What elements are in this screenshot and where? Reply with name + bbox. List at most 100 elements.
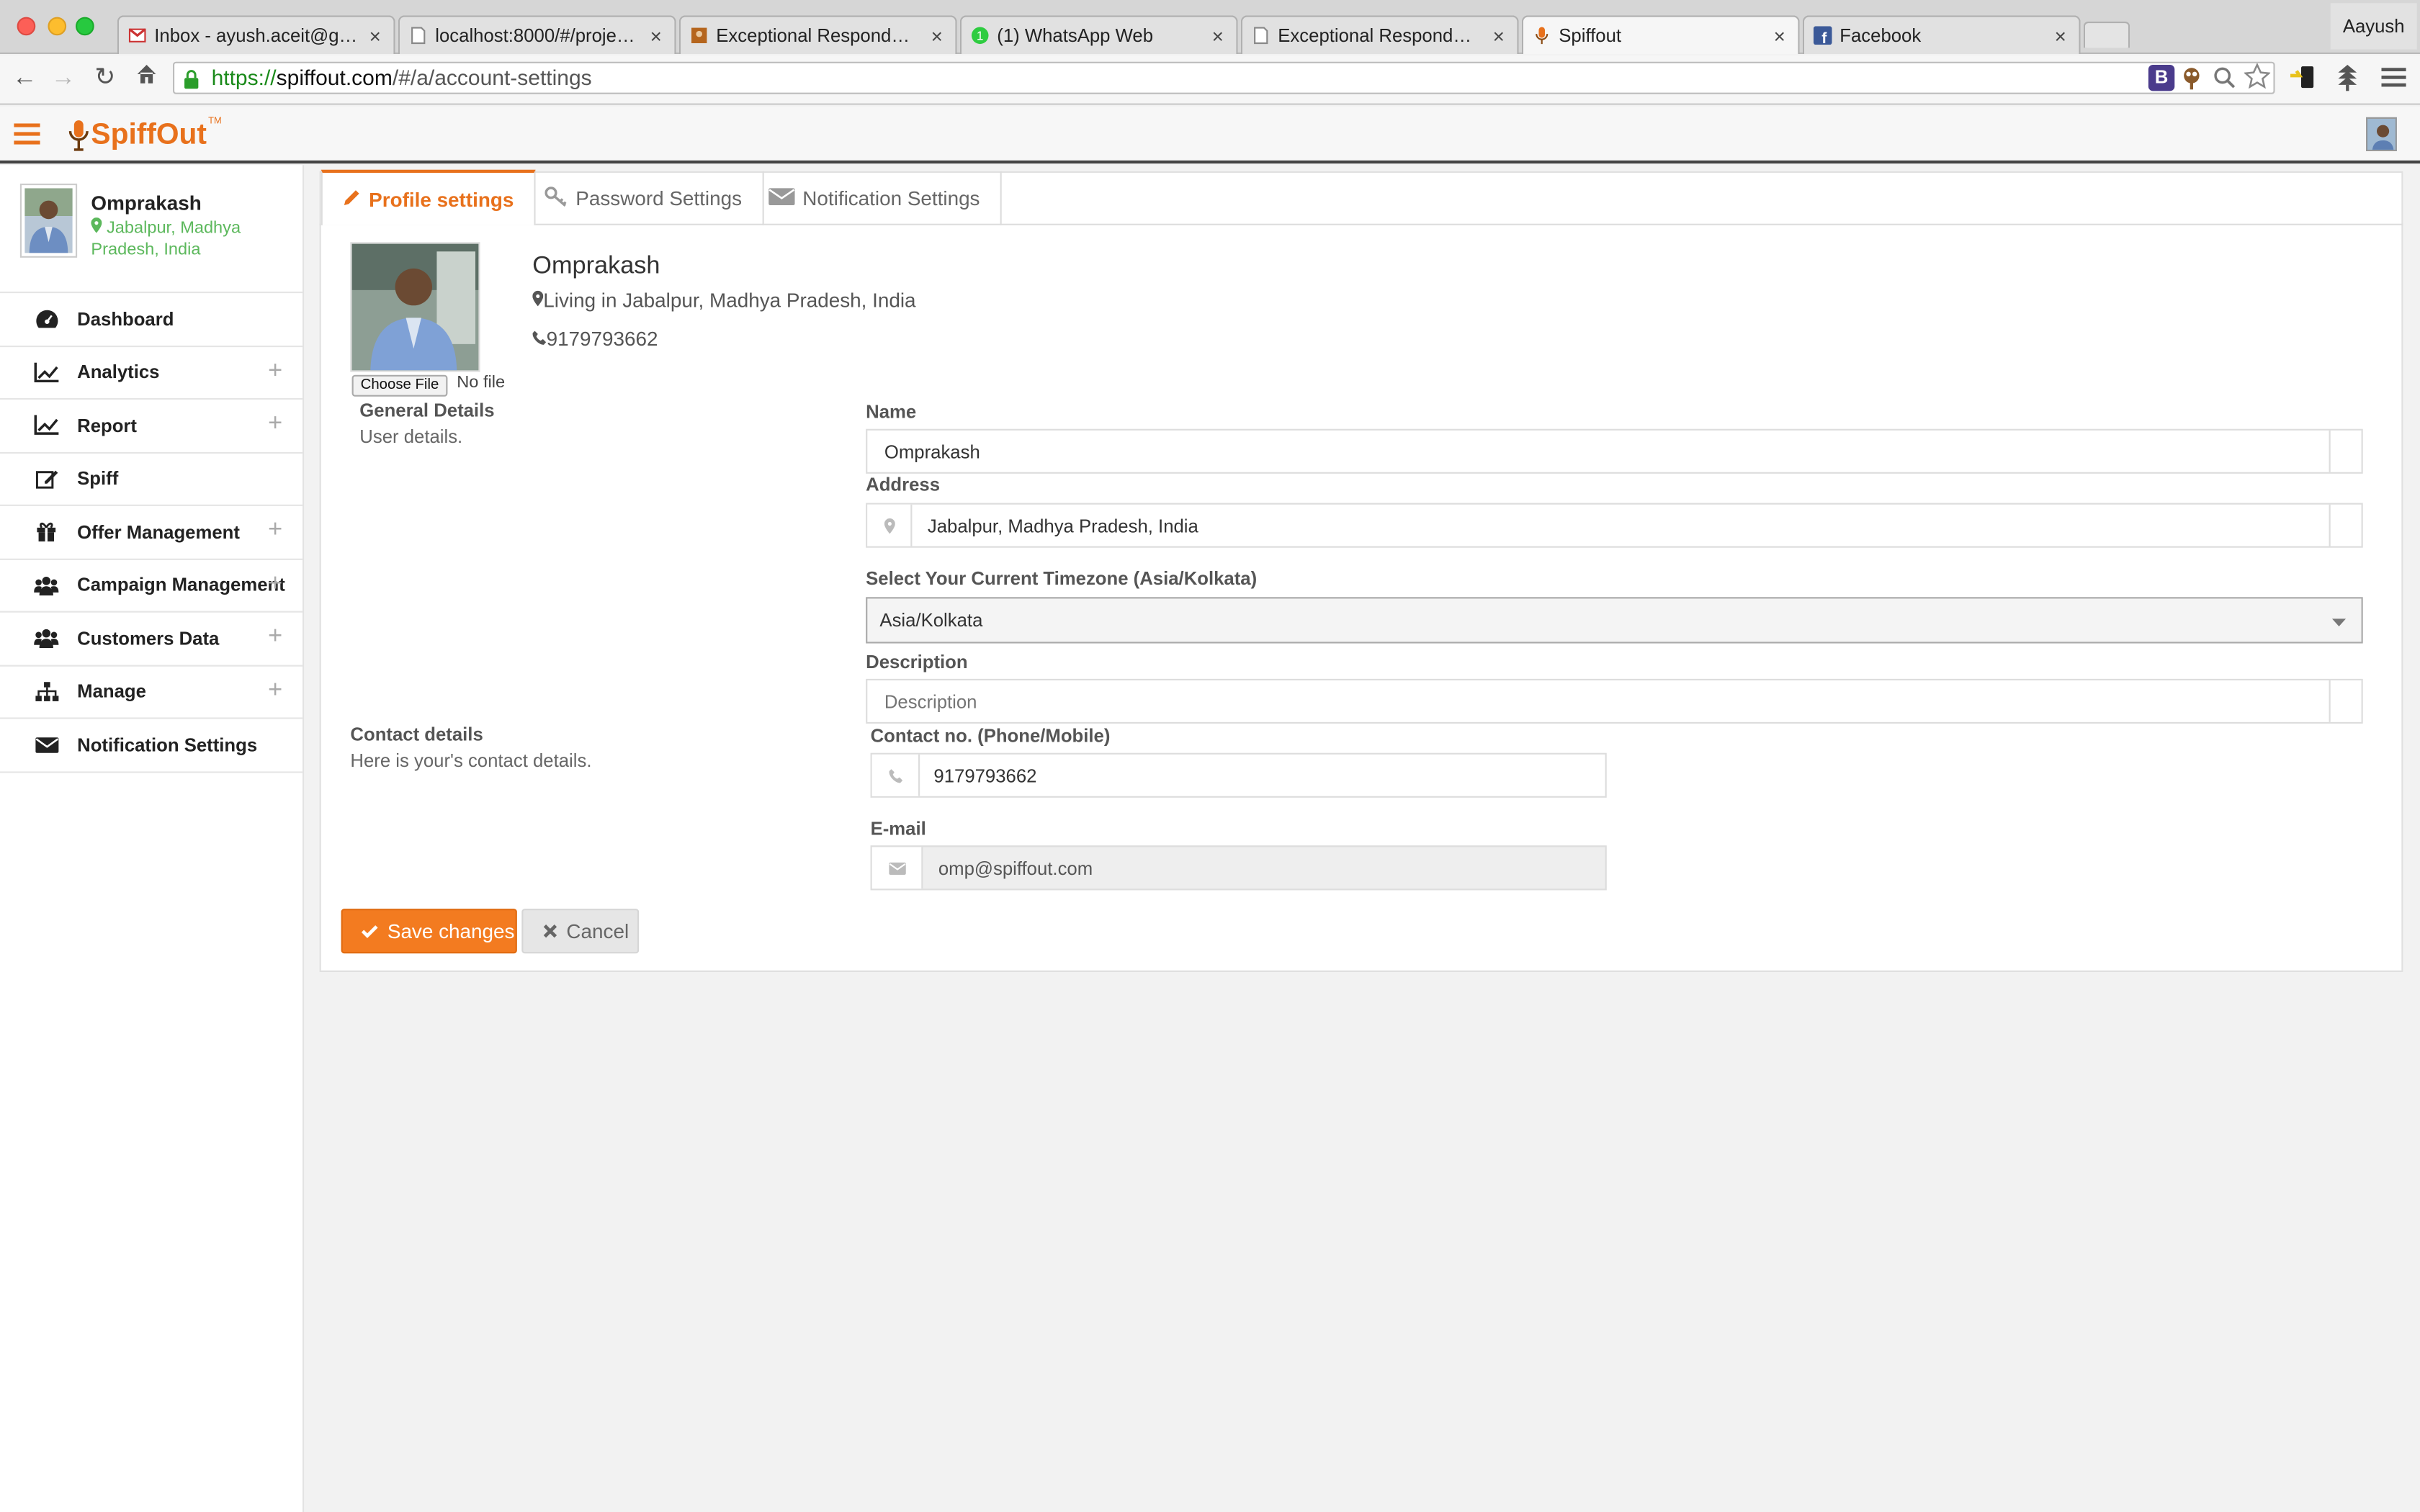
map-marker-icon <box>91 217 102 238</box>
close-tab-icon[interactable]: × <box>1209 24 1227 47</box>
minimize-window-button[interactable] <box>48 17 67 36</box>
dashboard-icon <box>32 308 60 330</box>
address-bar[interactable]: https://spiffout.com/#/a/account-setting… <box>173 61 2275 94</box>
tab-notification-settings[interactable]: Notification Settings <box>748 171 1002 225</box>
sidebar-item-manage[interactable]: Manage + <box>0 666 302 719</box>
phone-field[interactable]: 9179793662 <box>870 752 1607 798</box>
extension-tree-icon[interactable] <box>2334 63 2362 91</box>
tab-profile-settings[interactable]: Profile settings <box>321 169 536 225</box>
header-avatar[interactable] <box>2366 117 2397 151</box>
profile-button[interactable]: Aayush <box>2330 3 2417 50</box>
browser-tab[interactable]: 1 (1) WhatsApp Web × <box>959 15 1238 54</box>
general-details-heading: General Details <box>359 400 495 421</box>
timezone-select[interactable]: Asia/Kolkata <box>866 597 2363 644</box>
maximize-window-button[interactable] <box>76 17 94 36</box>
expand-plus-icon[interactable]: + <box>268 411 282 436</box>
tab-password-settings[interactable]: Password Settings <box>525 171 764 225</box>
expand-plus-icon[interactable]: + <box>268 571 282 596</box>
browser-tab[interactable]: f Facebook × <box>1802 15 2081 54</box>
sidebar-avatar[interactable] <box>19 183 78 258</box>
close-tab-icon[interactable]: × <box>1770 24 1789 47</box>
url-host: spiffout.com <box>276 65 393 90</box>
address-field[interactable]: Jabalpur, Madhya Pradesh, India <box>866 503 2363 548</box>
browser-tab[interactable]: Exceptional Responder Too × <box>678 15 957 54</box>
browser-tab[interactable]: Exceptional Responder Too × <box>1240 15 1519 54</box>
extension-owl-icon[interactable] <box>2181 65 2202 91</box>
profile-photo[interactable] <box>350 242 480 372</box>
extension-b-icon[interactable]: B <box>2148 65 2175 91</box>
email-value: omp@spiffout.com <box>938 857 1093 879</box>
description-field[interactable] <box>866 678 2363 724</box>
close-window-button[interactable] <box>17 17 36 36</box>
expand-plus-icon[interactable]: + <box>268 624 282 649</box>
sidebar-item-offer-management[interactable]: Offer Management + <box>0 506 302 559</box>
app-header: SpiffOut TM <box>0 106 2420 164</box>
close-tab-icon[interactable]: × <box>1489 24 1508 47</box>
save-changes-button[interactable]: Save changes <box>341 909 517 954</box>
reload-icon[interactable]: ↻ <box>89 63 120 94</box>
map-marker-icon <box>532 289 544 312</box>
page-icon <box>1252 26 1270 45</box>
sidebar-item-spiff[interactable]: Spiff <box>0 453 302 506</box>
brand-logo[interactable]: SpiffOut TM <box>68 117 222 162</box>
phone-value: 9179793662 <box>933 764 1037 786</box>
home-icon[interactable] <box>131 63 162 94</box>
address-label: Address <box>866 473 941 495</box>
sidebar-item-customers-data[interactable]: Customers Data + <box>0 613 302 666</box>
profile-phone: 9179793662 <box>532 327 658 350</box>
zoom-icon[interactable] <box>2213 66 2236 89</box>
name-value: Omprakash <box>884 440 980 462</box>
name-field[interactable]: Omprakash <box>866 428 2363 474</box>
extension-download-icon[interactable] <box>2289 63 2317 91</box>
close-tab-icon[interactable]: × <box>647 24 666 47</box>
tab-title: (1) WhatsApp Web <box>997 24 1154 47</box>
expand-plus-icon[interactable]: + <box>268 358 282 383</box>
description-field-addon <box>2329 680 2362 722</box>
expand-plus-icon[interactable]: + <box>268 518 282 543</box>
envelope-icon <box>871 847 923 889</box>
name-field-addon <box>2329 430 2362 472</box>
phone-icon <box>532 327 547 350</box>
sidebar-item-dashboard[interactable]: Dashboard <box>0 293 302 347</box>
page-icon <box>409 26 428 45</box>
email-field[interactable]: omp@spiffout.com <box>870 845 1607 891</box>
brand-name: SpiffOut <box>91 119 207 151</box>
browser-tab[interactable]: localhost:8000/#/projects/ × <box>398 15 676 54</box>
expand-plus-icon[interactable]: + <box>268 678 282 703</box>
cancel-label: Cancel <box>566 919 629 943</box>
sidebar-item-analytics[interactable]: Analytics + <box>0 346 302 400</box>
app-root: Inbox - ayush.aceit@gmail.com × localhos… <box>0 0 2420 1512</box>
tab-label: Password Settings <box>575 186 743 210</box>
check-icon <box>361 919 378 942</box>
back-icon[interactable]: ← <box>9 63 40 94</box>
hamburger-menu-icon[interactable] <box>14 123 40 145</box>
spiffout-icon <box>1533 26 1551 45</box>
close-tab-icon[interactable]: × <box>366 24 385 47</box>
description-input[interactable] <box>867 680 2329 722</box>
envelope-icon <box>32 734 60 755</box>
tab-label: Notification Settings <box>802 186 980 210</box>
browser-menu-icon[interactable] <box>2381 65 2406 89</box>
location-text: Jabalpur, Madhya Pradesh, India <box>91 219 241 259</box>
browser-tab-active[interactable]: Spiffout × <box>1521 15 1800 54</box>
new-tab-button[interactable] <box>2083 22 2130 48</box>
timezone-label: Select Your Current Timezone (Asia/Kolka… <box>866 567 1258 590</box>
sidebar-item-label: Offer Management <box>77 521 240 543</box>
cancel-button[interactable]: Cancel <box>521 909 640 954</box>
gift-icon <box>32 521 60 543</box>
sidebar-item-label: Report <box>77 414 138 436</box>
choose-file-button[interactable]: Choose File <box>351 374 448 397</box>
close-tab-icon[interactable]: × <box>2051 24 2070 47</box>
tab-title: Exceptional Responder Too <box>716 24 920 47</box>
url-path: /#/a/account-settings <box>392 65 592 90</box>
address-value: Jabalpur, Madhya Pradesh, India <box>927 514 1198 536</box>
sidebar-item-report[interactable]: Report + <box>0 400 302 453</box>
sidebar-item-notification-settings[interactable]: Notification Settings <box>0 719 302 773</box>
forward-icon[interactable]: → <box>48 63 79 94</box>
profile-phone-text: 9179793662 <box>546 327 658 351</box>
sidebar-item-campaign-management[interactable]: Campaign Management + <box>0 559 302 613</box>
bookmark-star-icon[interactable] <box>2243 62 2272 89</box>
close-tab-icon[interactable]: × <box>928 24 946 47</box>
map-marker-icon <box>867 504 913 546</box>
browser-tab[interactable]: Inbox - ayush.aceit@gmail.com × <box>117 15 395 54</box>
